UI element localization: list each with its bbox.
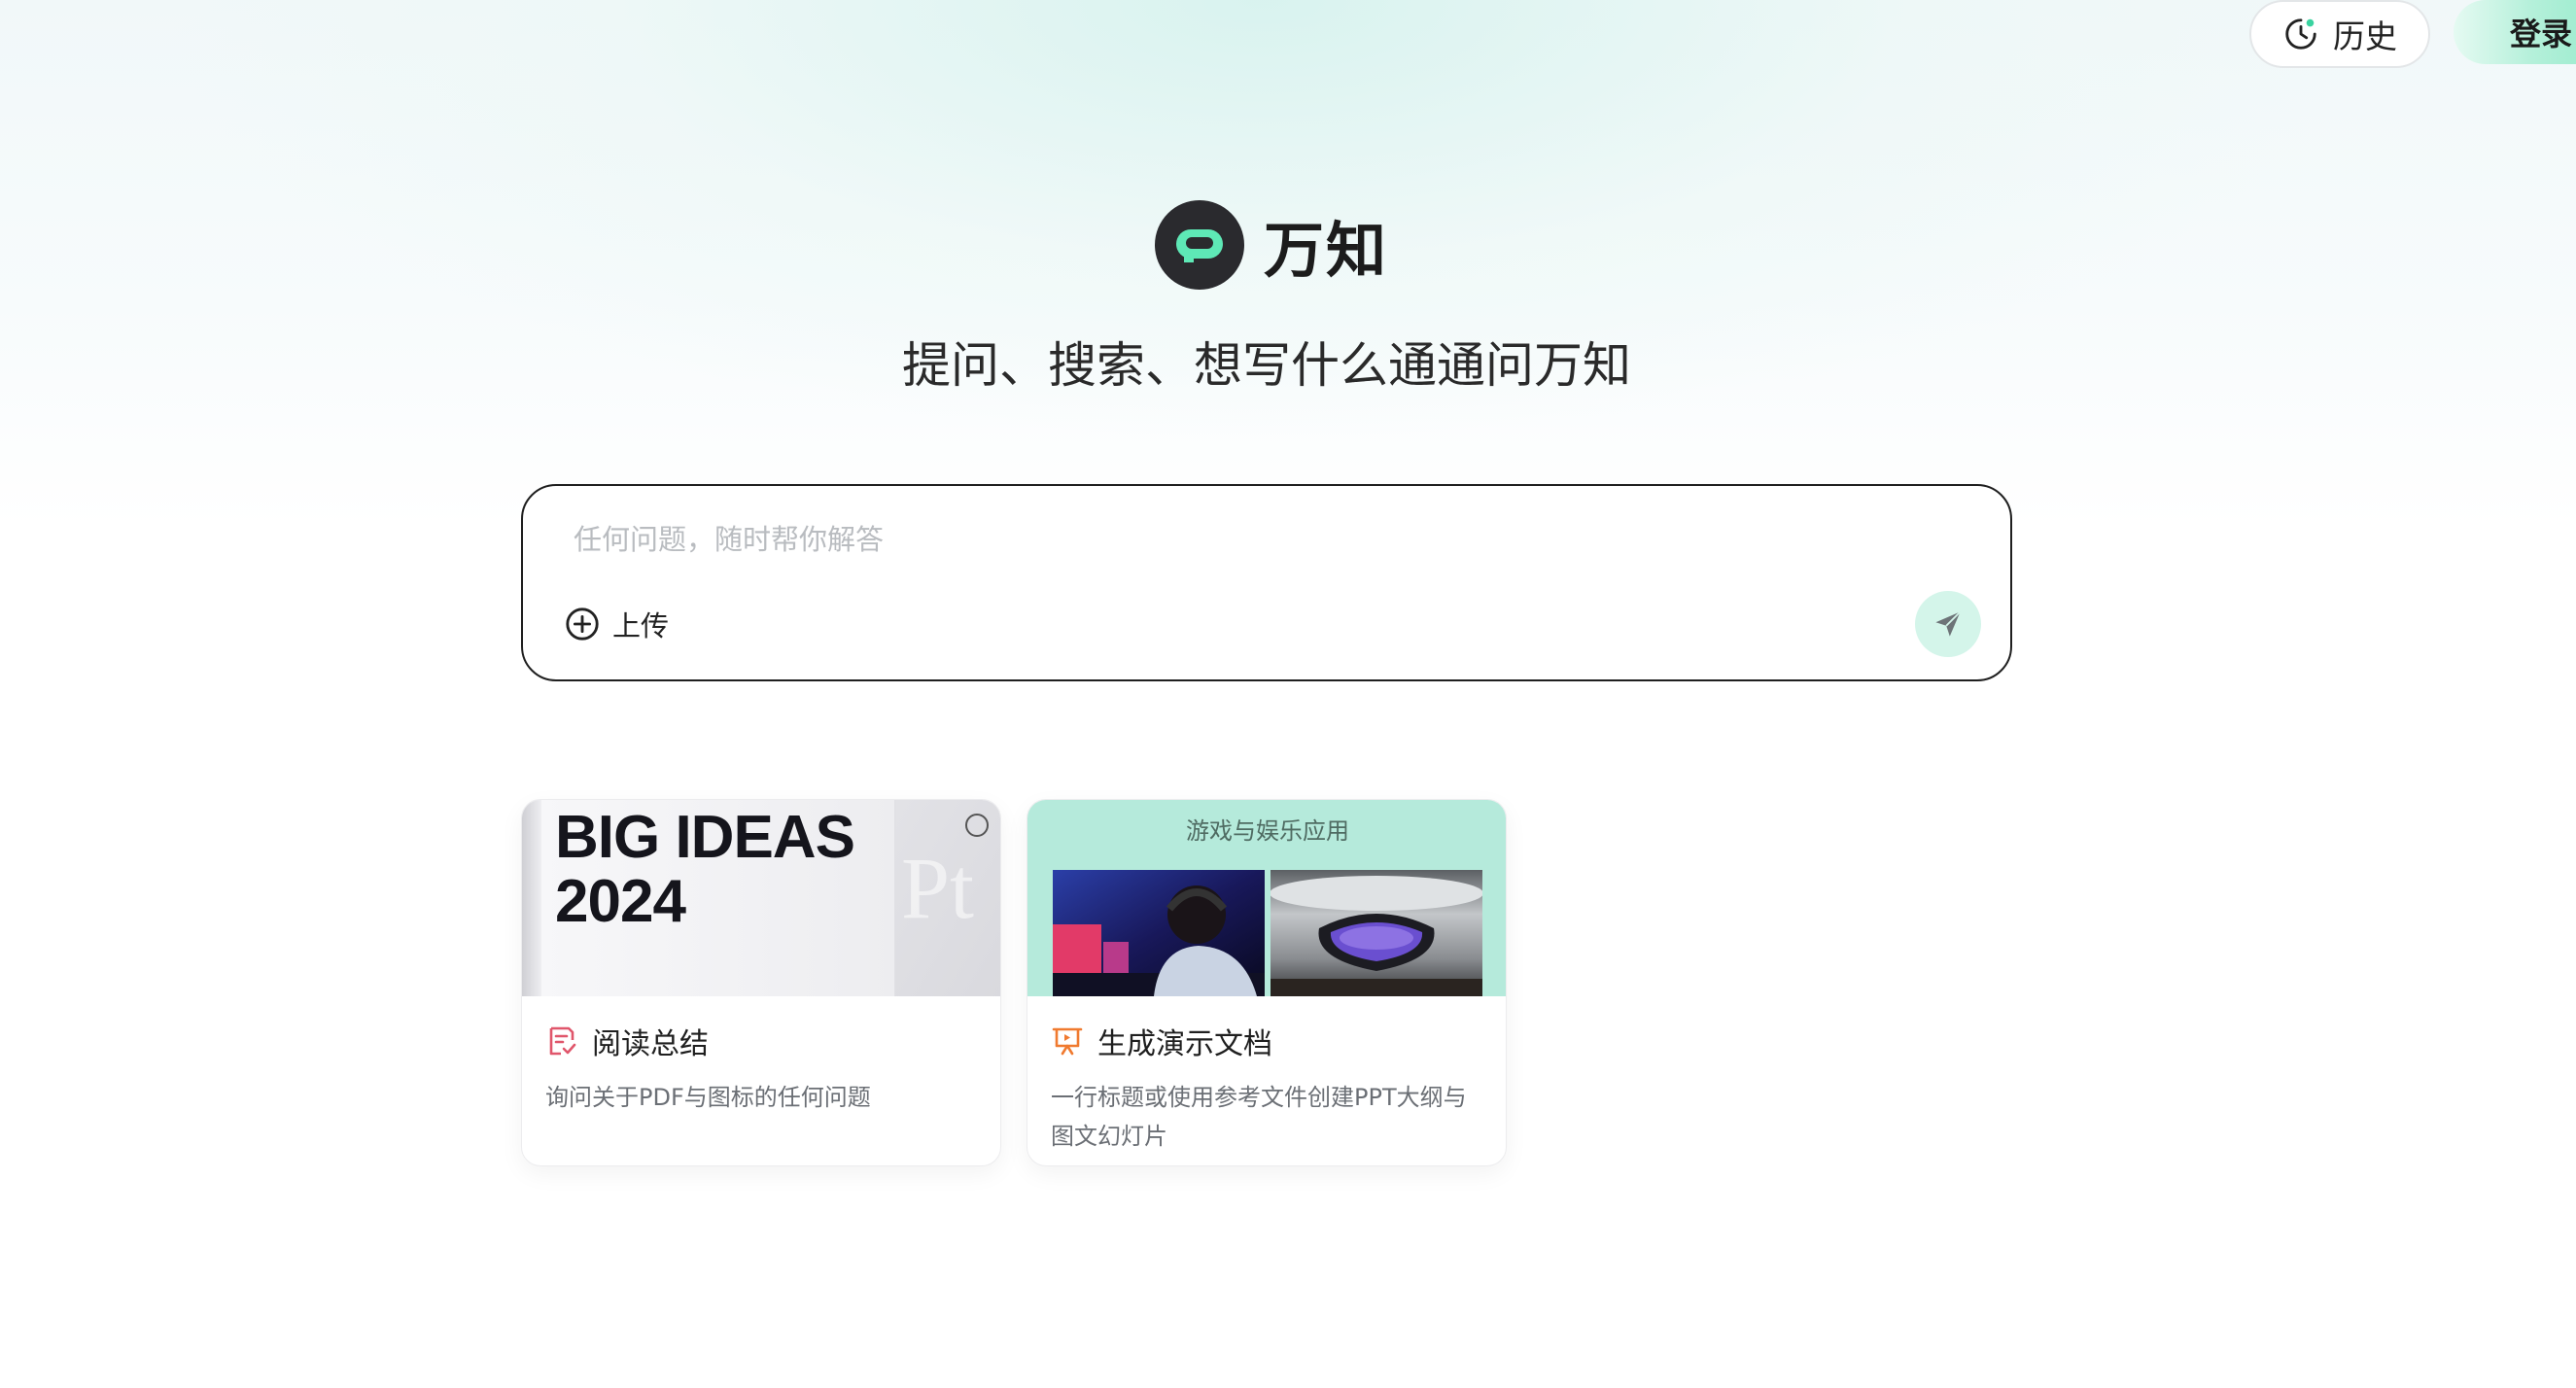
card-image-book: Pt BIG IDEAS 2024	[522, 800, 1000, 996]
game-banner: 游戏与娱乐应用	[1027, 800, 1506, 996]
brand: 万知	[1155, 200, 1388, 290]
book-ghost-letters: Pt	[901, 841, 975, 937]
card-body: 阅读总结 询问关于PDF与图标的任何问题	[522, 996, 1000, 1165]
card-body: 生成演示文档 一行标题或使用参考文件创建PPT大纲与图文幻灯片	[1027, 996, 1506, 1165]
card-title: 阅读总结	[592, 1027, 709, 1061]
card-title: 生成演示文档	[1097, 1027, 1272, 1061]
brand-name: 万知	[1264, 215, 1389, 286]
book-title-line-2: 2024	[555, 868, 686, 935]
gamer-photo	[1053, 870, 1265, 996]
card-title-row: 阅读总结	[545, 1020, 979, 1062]
history-label: 历史	[2333, 17, 2397, 55]
vr-illustration	[1271, 870, 1482, 996]
card-title-row: 生成演示文档	[1051, 1020, 1484, 1062]
book-title: BIG IDEAS 2024	[555, 804, 855, 935]
send-icon	[1935, 610, 1962, 637]
game-banner-label: 游戏与娱乐应用	[1186, 817, 1349, 845]
generate-presentation-card[interactable]: 游戏与娱乐应用 生成演示文档 一行标题或使用参考文件创建PPT大纲与图文幻灯片	[1027, 799, 1507, 1166]
book-logo-icon	[965, 814, 989, 837]
upload-button[interactable]: 上传	[564, 603, 669, 645]
document-check-icon	[549, 1026, 576, 1056]
presentation-icon	[1052, 1027, 1083, 1056]
ask-box: 上传	[521, 484, 2012, 681]
brand-logo-icon	[1155, 200, 1244, 290]
reading-summary-card[interactable]: Pt BIG IDEAS 2024 阅读总结 询问关于PDF与图标的任何问题	[521, 799, 1001, 1166]
vr-headset-photo	[1271, 870, 1482, 996]
plus-circle-icon	[566, 607, 599, 641]
book-title-line-1: BIG IDEAS	[555, 804, 855, 871]
card-image-game: 游戏与娱乐应用	[1027, 800, 1506, 996]
clock-icon	[2285, 18, 2316, 50]
ask-input[interactable]	[574, 515, 1837, 564]
book-cover: Pt BIG IDEAS 2024	[522, 800, 1000, 996]
history-button[interactable]: 历史	[2249, 0, 2430, 68]
upload-label: 上传	[612, 609, 670, 642]
card-description: 询问关于PDF与图标的任何问题	[545, 1084, 871, 1111]
card-description: 一行标题或使用参考文件创建PPT大纲与图文幻灯片	[1051, 1084, 1467, 1150]
login-button[interactable]: 登录	[2454, 0, 2576, 64]
page: 历史 登录 万知 提问、搜索、想写什么通通问万知 上传	[0, 0, 2576, 1388]
tagline: 提问、搜索、想写什么通通问万知	[902, 337, 1631, 394]
book-spine	[522, 800, 541, 996]
gamer-illustration	[1053, 870, 1265, 996]
send-button[interactable]	[1915, 591, 1981, 657]
